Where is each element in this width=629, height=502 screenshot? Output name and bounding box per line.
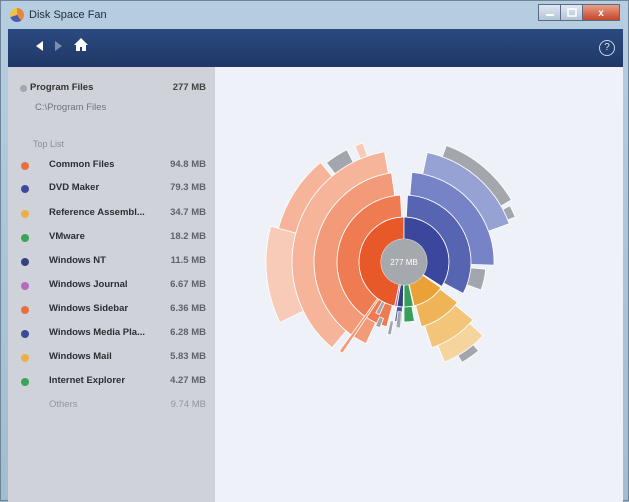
- item-size: 6.28 MB: [170, 327, 206, 338]
- back-button[interactable]: [34, 40, 44, 55]
- item-size: 6.67 MB: [170, 279, 206, 290]
- color-dot: [21, 234, 29, 242]
- list-item[interactable]: Windows Sidebar 6.36 MB: [20, 301, 206, 317]
- fan-segment[interactable]: [403, 305, 415, 323]
- color-dot: [21, 306, 29, 314]
- forward-button[interactable]: [54, 40, 64, 55]
- item-name: DVD Maker: [49, 182, 100, 193]
- fan-segment[interactable]: [354, 142, 369, 160]
- top-list-heading: Top List: [33, 139, 65, 149]
- title-bar[interactable]: Disk Space Fan x: [1, 1, 628, 29]
- item-size: 79.3 MB: [170, 182, 206, 193]
- center-size-label: 277 MB: [390, 258, 418, 267]
- home-button[interactable]: [72, 36, 90, 54]
- navigation-bar: ?: [8, 29, 623, 67]
- item-size: 6.36 MB: [170, 303, 206, 314]
- list-item[interactable]: Common Files 94.8 MB: [20, 157, 206, 173]
- help-icon: ?: [604, 42, 610, 53]
- list-item[interactable]: Windows Journal 6.67 MB: [20, 277, 206, 293]
- maximize-button[interactable]: [560, 4, 582, 21]
- list-item[interactable]: Windows Media Pla... 6.28 MB: [20, 325, 206, 341]
- list-item[interactable]: Windows NT 11.5 MB: [20, 253, 206, 269]
- close-icon: x: [598, 8, 604, 19]
- maximize-icon: [566, 8, 577, 17]
- fan-segment[interactable]: [386, 319, 395, 336]
- color-dot: [21, 330, 29, 338]
- item-size: 34.7 MB: [170, 207, 206, 218]
- item-name: Reference Assembl...: [49, 207, 145, 218]
- item-size: 11.5 MB: [170, 255, 206, 266]
- root-folder-size: 277 MB: [172, 82, 206, 93]
- list-item[interactable]: Reference Assembl... 34.7 MB: [20, 205, 206, 221]
- app-icon: [10, 8, 24, 22]
- item-size: 18.2 MB: [170, 231, 206, 242]
- color-dot: [21, 210, 29, 218]
- item-name: Others: [49, 399, 78, 410]
- home-icon: [74, 38, 88, 51]
- list-item[interactable]: Windows Mail 5.83 MB: [20, 349, 206, 365]
- forward-arrow-icon: [55, 41, 62, 51]
- item-name: Common Files: [49, 159, 115, 170]
- disk-space-fan-chart[interactable]: 277 MB: [215, 67, 623, 502]
- visualization-area: 277 MB: [215, 67, 623, 502]
- item-name: Internet Explorer: [49, 375, 126, 386]
- item-name: Windows Sidebar: [49, 303, 129, 314]
- color-dot: [21, 354, 29, 362]
- item-size: 5.83 MB: [170, 351, 206, 362]
- close-button[interactable]: x: [582, 4, 620, 21]
- color-dot: [21, 378, 29, 386]
- app-window: Disk Space Fan x ? Program Files 277 MB …: [0, 0, 629, 502]
- list-item[interactable]: Internet Explorer 4.27 MB: [20, 373, 206, 389]
- color-dot: [21, 185, 29, 193]
- item-name: Windows NT: [49, 255, 106, 266]
- sidebar: Program Files 277 MB C:\Program Files To…: [8, 67, 215, 502]
- item-name: Windows Mail: [49, 351, 112, 362]
- minimize-button[interactable]: [538, 4, 560, 21]
- folder-path: C:\Program Files: [35, 102, 107, 113]
- color-dot: [21, 258, 29, 266]
- root-folder-name: Program Files: [30, 82, 94, 93]
- item-size: 4.27 MB: [170, 375, 206, 386]
- help-button[interactable]: ?: [599, 40, 615, 56]
- item-size: 94.8 MB: [170, 159, 206, 170]
- back-arrow-icon: [36, 41, 43, 51]
- item-name: Windows Media Pla...: [49, 327, 145, 338]
- minimize-icon: [545, 14, 554, 16]
- list-item[interactable]: DVD Maker 79.3 MB: [20, 180, 206, 196]
- list-item[interactable]: VMware 18.2 MB: [20, 229, 206, 245]
- root-folder-row[interactable]: Program Files 277 MB: [20, 81, 206, 97]
- color-dot: [21, 282, 29, 290]
- color-dot: [21, 162, 29, 170]
- item-name: VMware: [49, 231, 85, 242]
- list-item-others[interactable]: Others 9.74 MB: [20, 397, 206, 413]
- root-color-dot: [20, 85, 27, 92]
- caption-buttons: x: [538, 4, 620, 21]
- item-size: 9.74 MB: [170, 399, 206, 410]
- window-title: Disk Space Fan: [29, 9, 107, 21]
- item-name: Windows Journal: [49, 279, 128, 290]
